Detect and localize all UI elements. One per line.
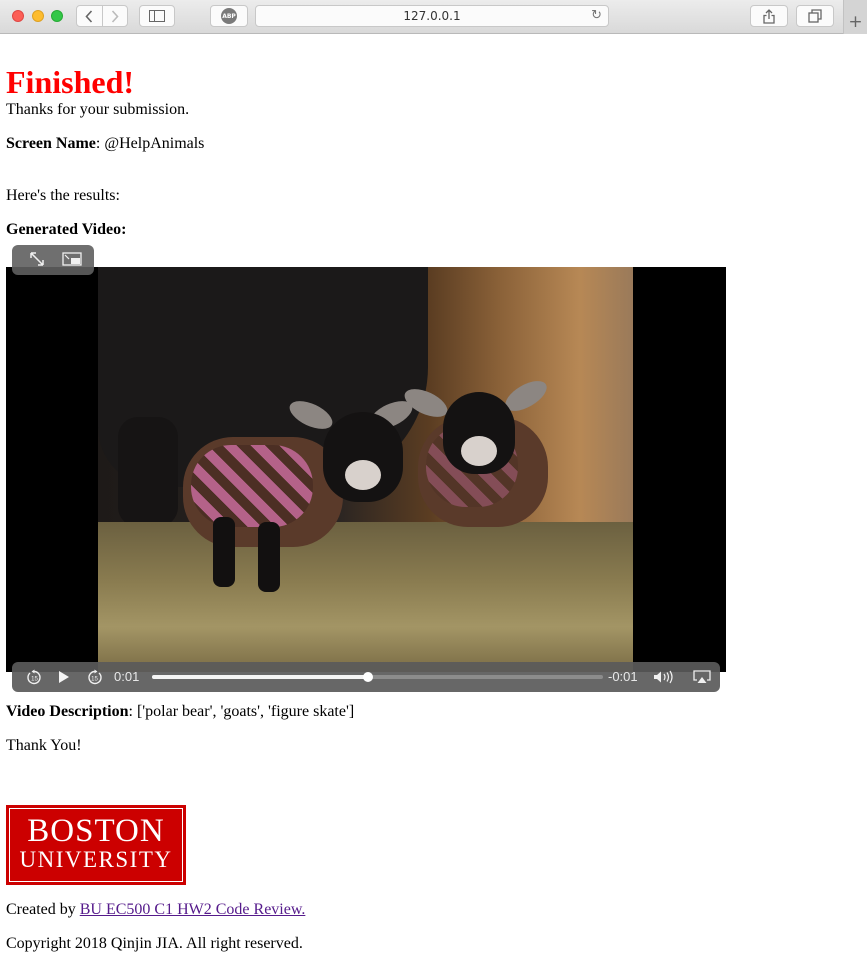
video-progress-bar[interactable] — [152, 672, 603, 682]
volume-button[interactable] — [652, 662, 676, 692]
video-controls-bar: 15 15 0:01 -0:01 — [12, 662, 720, 692]
generated-video-label-text: Generated Video: — [6, 221, 127, 238]
tabs-overview-icon — [808, 9, 822, 23]
goat-leg-shape — [213, 517, 235, 587]
share-button[interactable] — [750, 5, 788, 27]
generated-video-label: Generated Video: — [6, 220, 126, 240]
svg-text:15: 15 — [91, 676, 98, 682]
screen-name-value: : @HelpAnimals — [95, 135, 205, 152]
goat-muzzle-shape — [345, 460, 381, 490]
results-intro-text: Here's the results: — [6, 187, 120, 204]
page-title: Finished! — [6, 64, 135, 101]
back-button[interactable] — [77, 6, 102, 26]
video-description-label: Video Description — [6, 703, 129, 720]
fullscreen-icon[interactable] — [29, 251, 45, 267]
skip-back-icon: 15 — [26, 669, 41, 684]
skip-forward-15-button[interactable]: 15 — [84, 662, 104, 692]
video-top-controls — [12, 245, 94, 275]
adblock-icon: ABP — [221, 8, 237, 24]
argyle-pattern-shape — [191, 445, 313, 527]
play-button[interactable] — [54, 662, 74, 692]
baby-goat-right-shape — [398, 374, 628, 547]
thank-you-text: Thank You! — [6, 737, 82, 754]
baby-goat-left-shape — [183, 392, 417, 592]
adult-goat-leg-shape — [118, 417, 178, 527]
adblock-button[interactable]: ABP — [210, 5, 248, 27]
goat-leg-shape — [258, 522, 280, 592]
elapsed-time: 0:01 — [114, 669, 140, 684]
forward-button[interactable] — [101, 6, 128, 26]
skip-forward-icon: 15 — [87, 669, 102, 684]
created-by-line: Created by BU EC500 C1 HW2 Code Review. — [6, 900, 305, 920]
goat-muzzle-shape — [461, 436, 497, 466]
remaining-time: -0:01 — [608, 669, 638, 684]
video-frame — [98, 267, 633, 672]
svg-text:15: 15 — [31, 676, 38, 682]
airplay-button[interactable] — [690, 662, 714, 692]
video-description-line: Video Description: ['polar bear', 'goats… — [6, 702, 354, 722]
reload-icon[interactable]: ↻ — [591, 8, 602, 23]
chevron-left-icon — [85, 9, 93, 23]
copyright-text: Copyright 2018 Qinjin JIA. All right res… — [6, 935, 303, 952]
code-review-link[interactable]: BU EC500 C1 HW2 Code Review. — [80, 901, 306, 918]
logo-line-boston: BOSTON — [27, 813, 165, 849]
picture-in-picture-icon[interactable] — [62, 252, 82, 266]
address-bar[interactable]: 127.0.0.1 ↻ — [255, 5, 609, 27]
screen-name-line: Screen Name: @HelpAnimals — [6, 134, 204, 154]
sidebar-toggle-button[interactable] — [139, 5, 175, 27]
logo-line-university: UNIVERSITY — [19, 847, 173, 872]
show-tabs-button[interactable] — [796, 5, 834, 27]
share-icon — [763, 8, 775, 24]
submission-thanks-text: Thanks for your submission. — [6, 101, 190, 118]
created-by-prefix: Created by — [6, 901, 80, 918]
close-window-button[interactable] — [12, 10, 24, 22]
video-progress-fill — [152, 675, 369, 679]
chevron-right-icon — [111, 9, 119, 23]
volume-icon — [654, 670, 673, 684]
new-tab-button[interactable]: + — [843, 0, 867, 34]
browser-toolbar: ABP 127.0.0.1 ↻ + — [0, 0, 867, 34]
goat-head-shape — [323, 412, 403, 502]
skip-back-15-button[interactable]: 15 — [24, 662, 44, 692]
screen-name-label: Screen Name — [6, 135, 96, 152]
zoom-window-button[interactable] — [51, 10, 63, 22]
video-player[interactable] — [6, 267, 726, 672]
minimize-window-button[interactable] — [32, 10, 44, 22]
video-progress-knob[interactable] — [363, 672, 374, 682]
airplay-icon — [693, 670, 711, 683]
navigation-buttons — [76, 5, 128, 27]
goat-head-shape — [443, 392, 515, 474]
sidebar-icon — [149, 10, 165, 22]
boston-university-logo: BOSTON UNIVERSITY — [6, 805, 186, 885]
play-icon — [59, 671, 69, 683]
url-text: 127.0.0.1 — [403, 9, 461, 23]
video-description-value: : ['polar bear', 'goats', 'figure skate'… — [128, 703, 355, 720]
